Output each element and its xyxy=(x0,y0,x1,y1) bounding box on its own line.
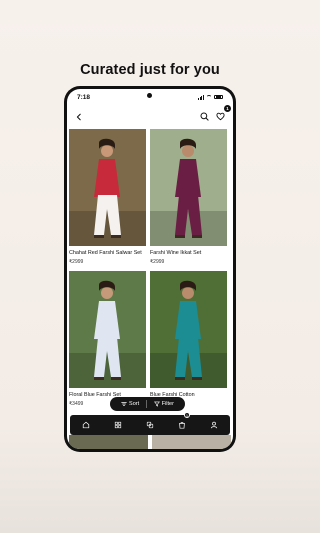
photo-ground xyxy=(150,211,227,246)
product-image xyxy=(69,129,146,246)
product-image xyxy=(150,129,227,246)
product-card[interactable]: Chahat Red Farshi Salwar Set ₹2999 xyxy=(69,129,146,265)
sort-button[interactable]: Sort xyxy=(118,401,142,407)
app-screen: 7:18 1 Chahat Red Farshi Salwar Set ₹299… xyxy=(67,89,233,449)
product-image-peek xyxy=(152,435,231,449)
nav-cart-button[interactable]: 1 xyxy=(178,412,190,434)
cart-icon xyxy=(179,422,185,429)
model-shoe xyxy=(175,235,185,238)
sort-filter-bar: Sort Filter xyxy=(110,397,185,411)
wishlist-count-badge: 1 xyxy=(224,105,231,112)
headline: Curated just for you xyxy=(80,62,220,78)
product-card[interactable]: Floral Blue Farshi Set ₹3499 xyxy=(69,271,146,407)
app-bar: 1 xyxy=(67,105,233,126)
photo-ground xyxy=(150,353,227,388)
product-title: Chahat Red Farshi Salwar Set xyxy=(69,250,142,256)
signal-icon xyxy=(197,95,204,100)
app-bar-actions: 1 xyxy=(200,105,231,126)
cart-count-badge: 1 xyxy=(184,412,190,418)
photo-ground xyxy=(69,211,146,246)
back-icon[interactable] xyxy=(75,108,83,126)
model-shoe xyxy=(175,377,185,380)
divider xyxy=(146,400,147,408)
model-shoe xyxy=(111,235,121,238)
product-image-peek xyxy=(69,435,148,449)
nav-collections-icon[interactable] xyxy=(146,416,154,434)
heart-icon xyxy=(216,112,225,121)
product-image xyxy=(150,271,227,388)
model-shoe xyxy=(94,235,104,238)
product-photo xyxy=(150,271,227,388)
product-grid: Chahat Red Farshi Salwar Set ₹2999 Farsh… xyxy=(69,129,231,407)
phone-mockup: 7:18 1 Chahat Red Farshi Salwar Set ₹299… xyxy=(64,86,236,452)
product-card[interactable]: Blue Farshi Cotton ₹3499 xyxy=(150,271,227,407)
model-shoe xyxy=(192,235,202,238)
product-title: Farshi Wine Ikkat Set xyxy=(150,250,202,256)
filter-button[interactable]: Filter xyxy=(151,401,177,407)
status-icons xyxy=(197,94,223,100)
next-row-peek xyxy=(69,435,231,449)
sort-icon xyxy=(121,402,127,406)
model-head xyxy=(182,287,194,299)
status-time: 7:18 xyxy=(77,93,91,101)
nav-profile-icon[interactable] xyxy=(210,416,218,434)
camera-notch xyxy=(147,93,152,98)
product-photo xyxy=(150,129,227,246)
photo-ground xyxy=(69,353,146,388)
model-shoe xyxy=(94,377,104,380)
product-photo xyxy=(69,271,146,388)
filter-label: Filter xyxy=(161,401,174,407)
model-shoe xyxy=(192,377,202,380)
wishlist-button[interactable]: 1 xyxy=(216,105,231,126)
product-card[interactable]: Farshi Wine Ikkat Set ₹2999 xyxy=(150,129,227,265)
nav-categories-icon[interactable] xyxy=(114,416,122,434)
search-icon[interactable] xyxy=(200,108,209,126)
wifi-icon xyxy=(206,95,212,99)
model-head xyxy=(101,145,113,157)
product-photo xyxy=(69,129,146,246)
model-head xyxy=(101,287,113,299)
filter-icon xyxy=(153,401,160,407)
product-image xyxy=(69,271,146,388)
model-head xyxy=(182,145,194,157)
product-price: ₹2999 xyxy=(69,259,84,265)
product-price: ₹2999 xyxy=(150,259,165,265)
battery-icon xyxy=(214,94,223,100)
nav-home-icon[interactable] xyxy=(82,416,90,434)
bottom-nav: 1 xyxy=(70,412,230,435)
sort-label: Sort xyxy=(129,401,140,407)
model-shoe xyxy=(111,377,121,380)
